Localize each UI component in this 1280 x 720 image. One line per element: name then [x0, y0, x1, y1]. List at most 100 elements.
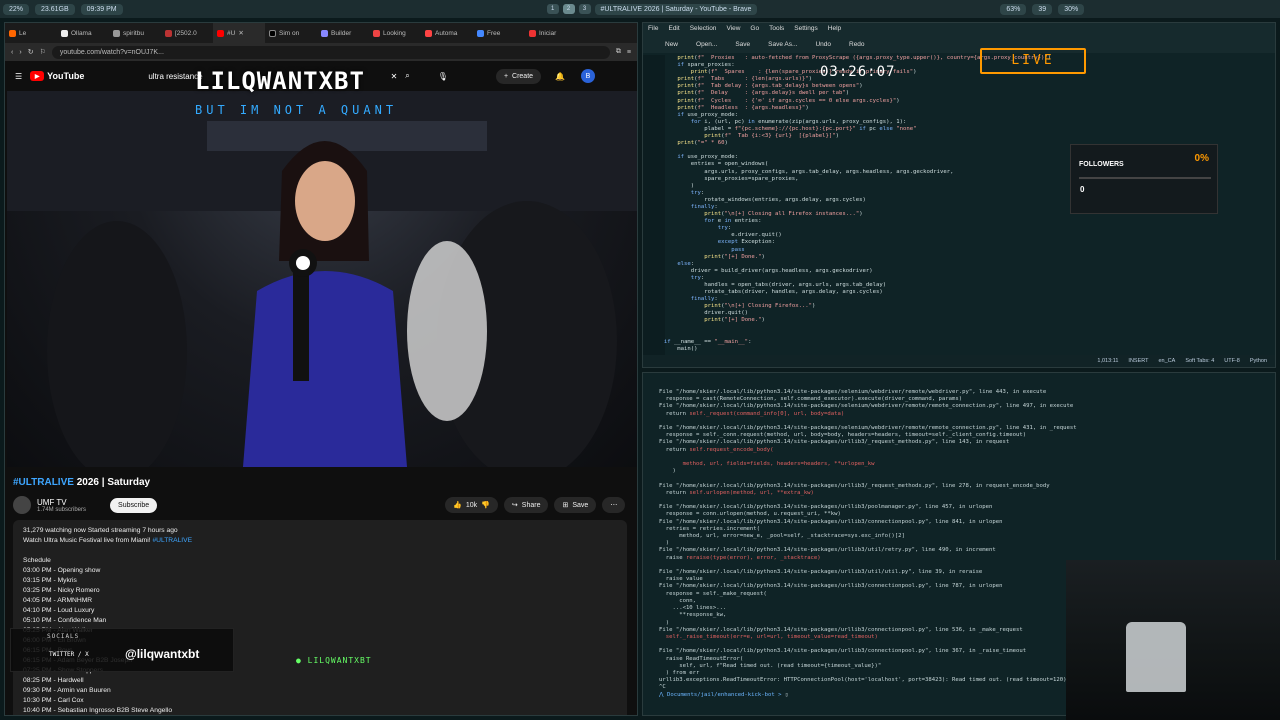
undo-button[interactable]: Undo	[815, 41, 831, 48]
channel-row: UMF TV 1.74M subscribers Subscribe 👍 10k 👎…	[13, 496, 631, 514]
streamer-name-overlay: LILQWANTXBT	[195, 67, 365, 95]
microphone-icon[interactable]: 🎙	[438, 72, 448, 81]
indent-indicator[interactable]: Soft Tabs: 4	[1185, 358, 1214, 364]
account-avatar[interactable]: B	[581, 69, 596, 83]
schedule-item: 04:10 PM - Loud Luxury	[23, 607, 95, 614]
url-input[interactable]: youtube.com/watch?v=nOUJ7K...	[51, 45, 610, 59]
extensions-icon[interactable]: ⧉	[616, 48, 621, 56]
back-icon[interactable]: ‹	[11, 49, 13, 56]
close-tab-icon[interactable]: ✕	[238, 29, 243, 37]
share-icon: ↪	[511, 502, 518, 509]
thumbs-up-icon: 👍	[453, 502, 462, 509]
tab-7[interactable]: Looking	[369, 23, 421, 43]
subscriber-count: 1.74M subscribers	[37, 506, 87, 513]
tab-8[interactable]: Automa	[421, 23, 473, 43]
workspace-2[interactable]: 2	[562, 4, 575, 14]
tab-2[interactable]: spiritbu	[109, 23, 161, 43]
plus-icon: +	[503, 72, 509, 80]
subscribe-button[interactable]: Subscribe	[110, 497, 158, 513]
menu-settings[interactable]: Settings	[794, 25, 818, 33]
menu-tools[interactable]: Tools	[769, 25, 784, 33]
workspace-switcher[interactable]: 1 2 3	[546, 4, 592, 14]
video-info: #ULTRALIVE 2026 | Saturday UMF TV 1.74M …	[13, 469, 631, 514]
description-meta: 31,279 watching now Started streaming 7 …	[23, 527, 178, 534]
bookmark-icon[interactable]: ⚐	[40, 48, 46, 56]
menu-help[interactable]: Help	[828, 25, 841, 33]
language-indicator: en_CA	[1158, 358, 1176, 364]
tab-favicon-icon	[529, 29, 536, 37]
save-file-button[interactable]: Save	[735, 41, 750, 48]
more-options-icon[interactable]: ⋯	[602, 497, 626, 513]
menu-view[interactable]: View	[726, 25, 740, 33]
clock-stat: 09:39 PM	[80, 3, 123, 15]
reload-icon[interactable]: ↻	[28, 48, 34, 56]
schedule-item: 08:25 PM - Hardwell	[23, 677, 84, 684]
live-badge: LIVE	[980, 48, 1086, 74]
window-title: #ULTRALIVE 2026 | Saturday - YouTube - B…	[594, 3, 758, 15]
editor-menubar: File Edit Selection View Go Tools Settin…	[643, 23, 1275, 35]
search-icon[interactable]: ⌕	[405, 71, 409, 81]
volume-stat: 30%	[1058, 3, 1085, 15]
socials-overlay: SOCIALS TWITTER / X @lilqwantxbt	[10, 628, 234, 672]
schedule-item: 09:30 PM - Armin van Buuren	[23, 687, 111, 694]
tab-9[interactable]: Free	[473, 23, 525, 43]
tab-1[interactable]: Ollama	[57, 23, 109, 43]
terminal-prompt: Documents/jail/enhanced-kick-bot >	[666, 691, 785, 698]
twitter-handle: @lilqwantxbt	[125, 647, 200, 661]
save-button[interactable]: ⊞ Save	[554, 497, 597, 513]
menu-icon[interactable]: ≡	[627, 49, 631, 56]
redo-button[interactable]: Redo	[849, 41, 865, 48]
new-button[interactable]: New	[665, 41, 678, 48]
menu-file[interactable]: File	[648, 25, 658, 33]
tab-6[interactable]: Builder	[317, 23, 369, 43]
channel-name[interactable]: UMF TV	[37, 498, 86, 507]
video-description[interactable]: 31,279 watching now Started streaming 7 …	[13, 520, 627, 715]
like-button[interactable]: 👍 10k 👎	[445, 497, 498, 513]
tab-4[interactable]: #U ✕	[213, 23, 265, 43]
workspace-3[interactable]: 3	[578, 4, 591, 14]
forward-icon[interactable]: ›	[19, 49, 21, 56]
share-button[interactable]: ↪ Share	[503, 497, 549, 513]
tab-0[interactable]: Le	[5, 23, 57, 43]
syntax-indicator[interactable]: Python	[1250, 358, 1267, 364]
tab-favicon-icon	[165, 29, 172, 37]
video-title: #ULTRALIVE 2026 | Saturday	[13, 477, 151, 488]
menu-go[interactable]: Go	[750, 25, 759, 33]
tab-favicon-icon	[321, 29, 328, 37]
clear-search-icon[interactable]: ✕	[391, 72, 398, 81]
thumbs-down-icon[interactable]: 👎	[481, 501, 490, 509]
streamer-subtitle-overlay: BUT IM NOT A QUANT	[195, 103, 398, 117]
save-icon: ⊞	[562, 502, 569, 509]
youtube-play-icon: ▶	[30, 71, 45, 81]
tab-favicon-icon	[113, 29, 120, 37]
editor-statusbar: 1,013:11 INSERT en_CA Soft Tabs: 4 UTF-8…	[643, 355, 1275, 367]
video-player[interactable]	[7, 91, 637, 467]
followers-percent: 0%	[1194, 153, 1209, 164]
followers-progress-bar	[1079, 177, 1211, 179]
cpu-stat: 22%	[3, 3, 30, 15]
workspace-1[interactable]: 1	[546, 4, 559, 14]
tab-3[interactable]: [2502.0	[161, 23, 213, 43]
create-button[interactable]: + Create	[495, 68, 542, 84]
temp-stat: 39	[1032, 3, 1053, 15]
schedule-item: 04:05 PM - ARMNHMR	[23, 597, 93, 604]
tab-favicon-icon	[425, 29, 432, 37]
encoding-indicator[interactable]: UTF-8	[1224, 358, 1240, 364]
menu-edit[interactable]: Edit	[668, 25, 679, 33]
open-button[interactable]: Open...	[696, 41, 717, 48]
system-bar: 22% 23.61GB 09:39 PM 1 2 3 #ULTRALIVE 20…	[0, 0, 1280, 18]
menu-selection[interactable]: Selection	[690, 25, 717, 33]
save-as-button[interactable]: Save As...	[768, 41, 797, 48]
description-line: Watch Ultra Music Festival live from Mia…	[23, 537, 193, 544]
tab-5[interactable]: Sim on	[265, 23, 317, 43]
hamburger-icon[interactable]: ☰	[15, 72, 22, 81]
status-dot-icon: ●	[296, 656, 308, 665]
tab-10[interactable]: Iniciar	[525, 23, 577, 43]
channel-avatar[interactable]	[13, 496, 31, 514]
tab-favicon-icon	[61, 29, 68, 37]
editor-toolbar: New Open... Save Save As... Undo Redo	[643, 35, 1275, 53]
tab-favicon-icon	[217, 29, 224, 37]
schedule-item: 03:00 PM - Opening show	[23, 567, 101, 574]
youtube-logo[interactable]: ▶ YouTube	[30, 71, 84, 81]
notifications-icon[interactable]: 🔔	[555, 72, 565, 81]
